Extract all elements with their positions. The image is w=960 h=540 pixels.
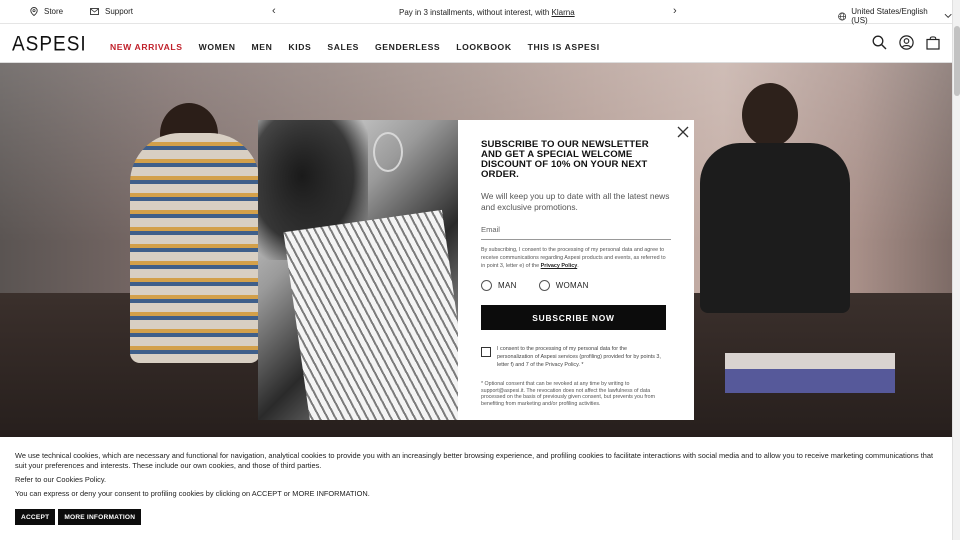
profiling-consent-checkbox[interactable] (481, 347, 491, 357)
hero-books (725, 353, 895, 393)
photo-striped-shirt (283, 209, 458, 420)
gender-label-woman: WOMAN (555, 281, 589, 290)
email-field[interactable] (481, 223, 671, 240)
location-pin-icon (30, 7, 38, 16)
newsletter-title: SUBSCRIBE TO OUR NEWSLETTER AND GET A SP… (481, 139, 649, 180)
radio-man[interactable] (481, 280, 492, 291)
nav-item-kids[interactable]: KIDS (288, 42, 311, 52)
accept-cookies-button[interactable]: ACCEPT (15, 509, 56, 525)
nav-item-women[interactable]: WOMEN (199, 42, 236, 52)
nav-icons (872, 35, 940, 50)
radio-woman[interactable] (538, 280, 550, 291)
promo-text: Pay in 3 installments, without interest,… (399, 8, 552, 17)
nav-item-this-is-aspesi[interactable]: THIS IS ASPESI (528, 42, 600, 52)
globe-icon (838, 12, 847, 20)
nav-item-genderless[interactable]: GENDERLESS (375, 42, 440, 52)
store-link[interactable]: Store (30, 7, 63, 16)
promo-message: Pay in 3 installments, without interest,… (399, 8, 575, 17)
newsletter-form: SUBSCRIBE TO OUR NEWSLETTER AND GET A SP… (481, 140, 671, 407)
consent-end: . (577, 263, 579, 269)
cookie-policy-reference: Refer to our Cookies Policy. (15, 475, 107, 484)
main-navigation: ASPESI NEW ARRIVALS WOMEN MEN KIDS SALES… (0, 25, 952, 63)
brand-logo[interactable]: ASPESI (12, 33, 87, 57)
store-label: Store (44, 7, 64, 16)
region-label: United States/English (US) (851, 7, 928, 25)
nav-item-men[interactable]: MEN (252, 42, 273, 52)
hero-model-right-head (742, 83, 798, 147)
chevron-down-icon (944, 13, 952, 19)
photo-earring (373, 132, 403, 172)
top-bar: Store Support ‹ Pay in 3 installments, w… (0, 0, 952, 25)
nav-item-lookbook[interactable]: LOOKBOOK (456, 42, 511, 52)
more-information-button[interactable]: MORE INFORMATION (58, 509, 142, 525)
subscription-consent: By subscribing, I consent to the process… (481, 246, 671, 270)
nav-item-sales[interactable]: SALES (327, 42, 359, 52)
newsletter-modal: SUBSCRIBE TO OUR NEWSLETTER AND GET A SP… (258, 120, 694, 420)
cookie-banner: We use technical cookies, which are nece… (0, 437, 952, 540)
optional-consent-note: * Optional consent that can be revoked a… (481, 381, 656, 407)
close-icon[interactable] (676, 125, 690, 139)
gender-option-woman[interactable]: WOMAN (538, 280, 589, 291)
mail-icon (90, 8, 99, 15)
profiling-consent-text: I consent to the processing of my person… (497, 346, 661, 368)
cookie-buttons: ACCEPT MORE INFORMATION (15, 509, 142, 525)
page-scrollbar[interactable] (952, 0, 960, 540)
cookie-consent-instructions: You can express or deny your consent to … (15, 489, 370, 498)
support-link[interactable]: Support (90, 7, 133, 16)
privacy-policy-link[interactable]: Privacy Policy (541, 263, 578, 269)
hero-model-right (700, 143, 850, 313)
profiling-consent-row: I consent to the processing of my person… (481, 345, 671, 369)
search-icon[interactable] (872, 35, 887, 50)
scrollbar-thumb[interactable] (954, 26, 960, 96)
nav-item-new-arrivals[interactable]: NEW ARRIVALS (110, 42, 183, 52)
hero-model-left (130, 133, 260, 363)
gender-radio-group: MAN WOMAN (481, 280, 671, 291)
promo-prev-arrow-icon[interactable]: ‹ (272, 5, 276, 17)
region-selector[interactable]: United States/English (US) (838, 7, 952, 25)
bag-icon[interactable] (926, 35, 940, 50)
subscribe-button[interactable]: SUBSCRIBE NOW (481, 305, 666, 330)
cookie-description: We use technical cookies, which are nece… (15, 451, 934, 470)
klarna-link[interactable]: Klarna (552, 8, 575, 17)
menu-bar: NEW ARRIVALS WOMEN MEN KIDS SALES GENDER… (110, 42, 616, 52)
support-label: Support (105, 7, 134, 16)
promo-next-arrow-icon[interactable]: › (673, 5, 677, 17)
gender-label-man: MAN (498, 281, 517, 290)
account-icon[interactable] (899, 35, 914, 50)
newsletter-subtitle: We will keep you up to date with all the… (481, 191, 670, 212)
newsletter-photo (258, 120, 458, 420)
gender-option-man[interactable]: MAN (481, 280, 517, 291)
